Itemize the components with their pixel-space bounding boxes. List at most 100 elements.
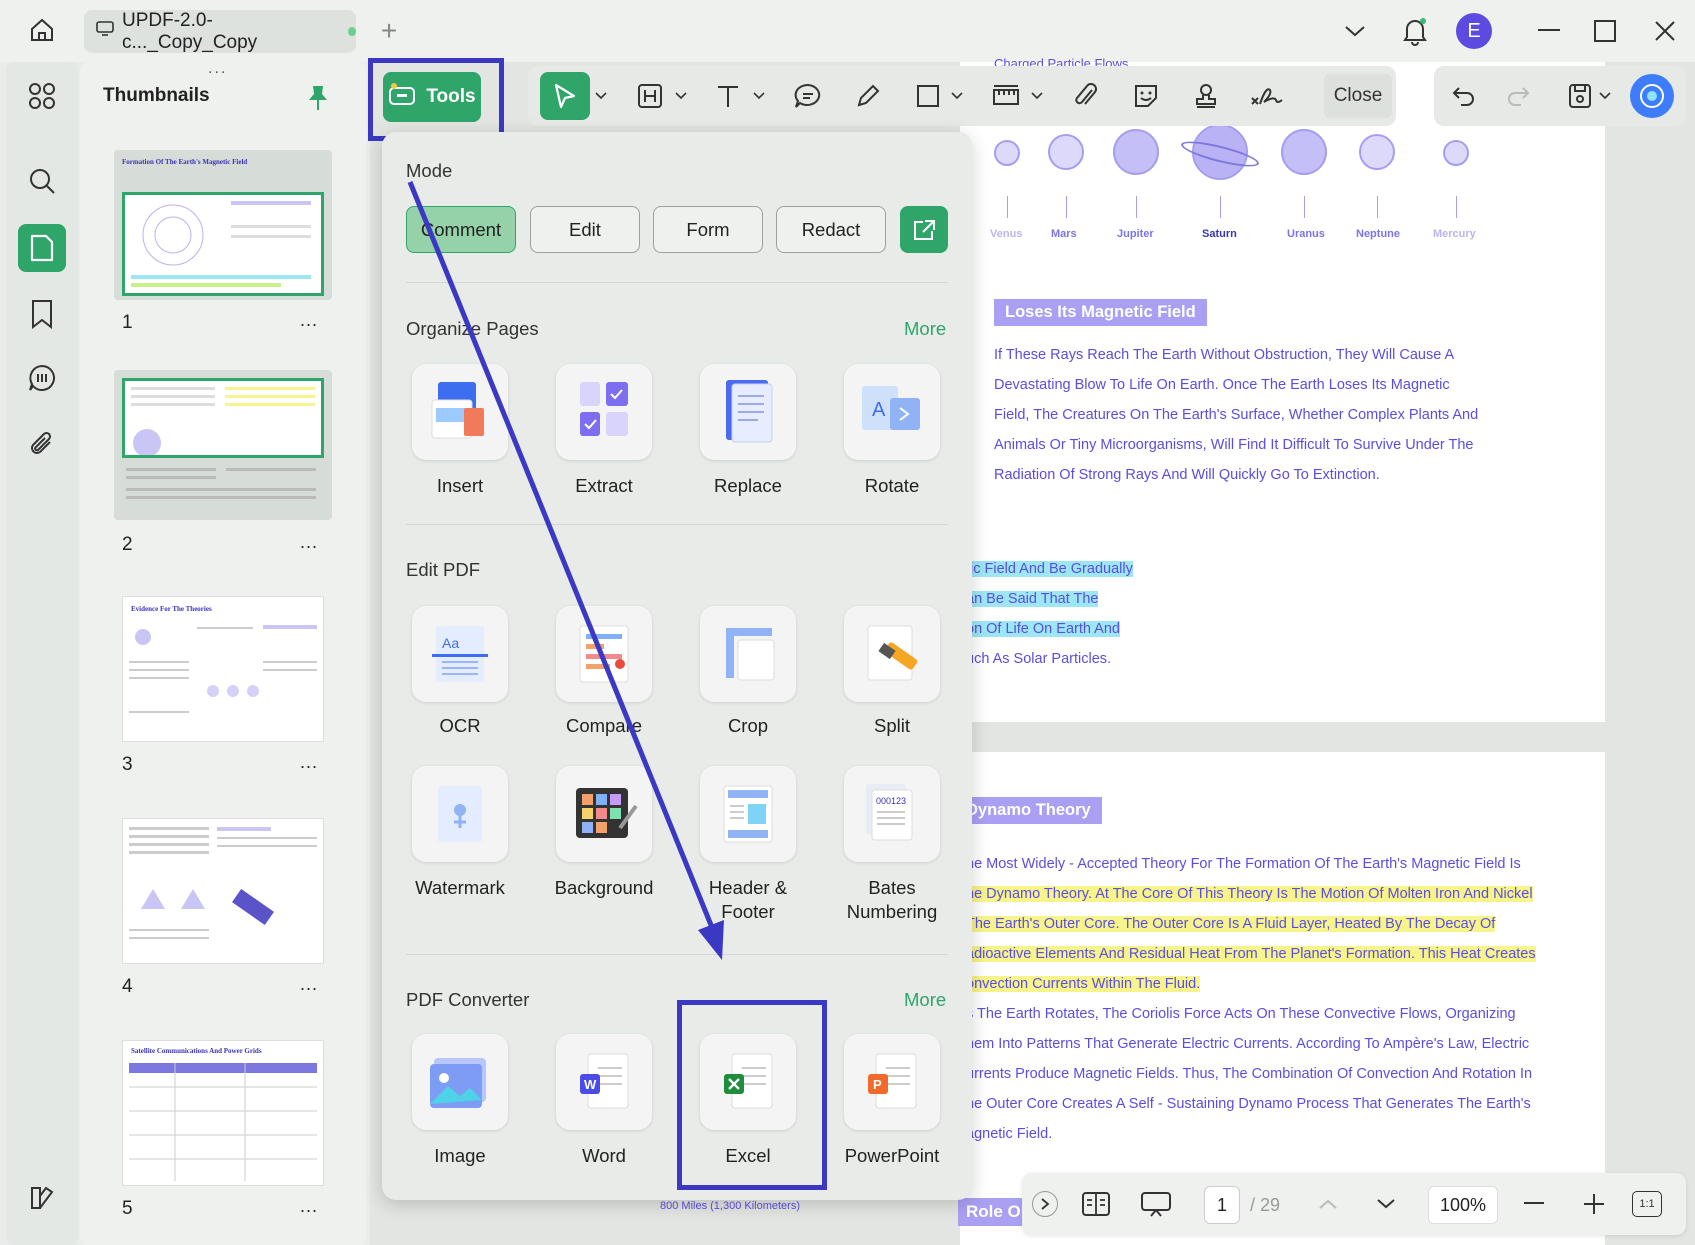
notification-bell-icon[interactable] <box>1398 14 1432 48</box>
watermark-icon[interactable] <box>412 766 508 862</box>
maximize-icon[interactable] <box>1590 16 1620 46</box>
zoom-out-icon[interactable] <box>1516 1186 1552 1222</box>
chevron-down-icon[interactable] <box>1596 78 1614 114</box>
previous-page-icon[interactable] <box>1310 1186 1346 1222</box>
planet-label: Uranus <box>1287 228 1325 240</box>
mode-comment-button[interactable]: Comment <box>406 206 516 253</box>
thumbnail-more-icon[interactable]: ... <box>300 974 318 995</box>
stamp-icon[interactable] <box>1188 78 1224 114</box>
pin-icon[interactable] <box>306 84 330 117</box>
thumbnail-more-icon[interactable]: ... <box>300 532 318 553</box>
thumbnails-page-icon[interactable] <box>18 224 66 272</box>
comments-icon[interactable] <box>18 354 66 402</box>
open-external-icon[interactable] <box>900 206 948 253</box>
drag-handle[interactable]: ... <box>208 60 227 78</box>
select-tool-icon[interactable] <box>540 72 590 120</box>
body-line: s The Earth Rotates, The Coriolis Force … <box>966 1006 1516 1022</box>
avatar[interactable]: E <box>1456 13 1492 49</box>
thumbnail-more-icon[interactable]: ... <box>300 752 318 773</box>
bottom-navigation-bar: 1 / 29 100% 1:1 <box>1022 1173 1686 1235</box>
presentation-icon[interactable] <box>1138 1186 1174 1222</box>
crop-icon[interactable] <box>700 606 796 702</box>
text-tool-icon[interactable] <box>710 78 746 114</box>
save-icon[interactable] <box>1562 78 1598 114</box>
home-icon[interactable] <box>24 12 60 48</box>
chevron-down-icon[interactable] <box>1340 18 1370 44</box>
measure-tool-icon[interactable] <box>988 78 1024 114</box>
mode-form-button[interactable]: Form <box>653 206 763 253</box>
document-tab[interactable]: UPDF-2.0-c..._Copy_Copy <box>84 10 356 53</box>
mode-edit-button[interactable]: Edit <box>530 206 640 253</box>
chevron-down-icon[interactable] <box>1028 78 1046 114</box>
next-page-icon[interactable] <box>1368 1186 1404 1222</box>
background-icon[interactable] <box>556 766 652 862</box>
main-toolbar: Close <box>528 66 1396 126</box>
thumbnails-title: Thumbnails <box>103 85 210 106</box>
new-tab-plus-icon[interactable]: + <box>374 14 404 48</box>
minimize-icon[interactable] <box>1534 18 1564 44</box>
thumbnail-page-1[interactable]: Formation Of The Earth's Magnetic Field <box>114 150 332 300</box>
word-convert-icon[interactable]: W <box>556 1034 652 1130</box>
apps-grid-icon[interactable] <box>18 72 66 120</box>
chevron-down-icon[interactable] <box>672 78 690 114</box>
left-rail <box>6 62 78 1245</box>
thumbnail-page-5[interactable]: Satellite Communications And Power Grids <box>122 1040 324 1186</box>
zoom-level[interactable]: 100% <box>1428 1186 1498 1224</box>
sidebar-toggle-icon[interactable] <box>18 1174 66 1222</box>
redo-icon[interactable] <box>1500 78 1536 114</box>
highlight-tool-icon[interactable] <box>632 78 668 114</box>
divider <box>406 954 948 955</box>
attachment-icon[interactable] <box>18 420 66 468</box>
compare-icon[interactable] <box>556 606 652 702</box>
paperclip-icon[interactable] <box>1068 78 1104 114</box>
header-footer-label: Header & Footer <box>708 877 788 922</box>
replace-icon[interactable] <box>700 364 796 460</box>
search-icon[interactable] <box>18 157 66 205</box>
zoom-in-icon[interactable] <box>1576 1186 1612 1222</box>
thumbnail-more-icon[interactable]: ... <box>300 1196 318 1217</box>
thumbnail-number: 4 <box>122 976 133 997</box>
image-convert-icon[interactable] <box>412 1034 508 1130</box>
extract-label: Extract <box>575 475 633 496</box>
planet-label: Neptune <box>1356 228 1400 240</box>
thumbnail-page-4[interactable] <box>122 818 324 964</box>
bookmark-icon[interactable] <box>18 290 66 338</box>
rotate-icon[interactable]: A <box>844 364 940 460</box>
close-button[interactable]: Close <box>1324 74 1392 118</box>
actual-size-button[interactable]: 1:1 <box>1632 1191 1662 1217</box>
pencil-tool-icon[interactable] <box>850 78 886 114</box>
thumbnail-page-3[interactable]: Evidence For The Theories <box>122 596 324 742</box>
ocr-icon[interactable]: Aa <box>412 606 508 702</box>
background-label: Background <box>554 877 654 898</box>
thumbnail-page-2[interactable] <box>114 370 332 520</box>
planet-mercury-icon <box>1443 140 1469 166</box>
undo-icon[interactable] <box>1446 78 1482 114</box>
chevron-down-icon[interactable] <box>592 78 610 114</box>
signature-icon[interactable] <box>1248 78 1284 114</box>
chevron-down-icon[interactable] <box>750 78 768 114</box>
powerpoint-convert-icon[interactable]: P <box>844 1034 940 1130</box>
page-number-input[interactable]: 1 <box>1204 1186 1240 1224</box>
bates-numbering-icon[interactable]: 000123 <box>844 766 940 862</box>
converter-more-link[interactable]: More <box>904 989 946 1011</box>
chevron-down-icon[interactable] <box>948 78 966 114</box>
comment-tool-icon[interactable] <box>790 78 826 114</box>
mode-redact-button[interactable]: Redact <box>776 206 886 253</box>
sticker-icon[interactable] <box>1128 78 1164 114</box>
ai-assistant-icon[interactable] <box>1630 74 1674 118</box>
thumbnail-more-icon[interactable]: ... <box>300 310 318 331</box>
image-label: Image <box>434 1145 486 1166</box>
close-window-icon[interactable] <box>1650 16 1680 46</box>
body-line: he Outer Core Creates A Self - Sustainin… <box>966 1096 1531 1112</box>
extract-icon[interactable] <box>556 364 652 460</box>
organize-more-link[interactable]: More <box>904 318 946 340</box>
page-layout-icon[interactable] <box>1078 1186 1114 1222</box>
chevron-right-icon[interactable] <box>1032 1191 1058 1217</box>
thumbnail-number: 5 <box>122 1198 133 1219</box>
insert-icon[interactable] <box>412 364 508 460</box>
rectangle-tool-icon[interactable] <box>910 78 946 114</box>
header-footer-icon[interactable] <box>700 766 796 862</box>
split-icon[interactable] <box>844 606 940 702</box>
planet-tick <box>1456 196 1457 218</box>
thumbnail-number: 3 <box>122 754 133 775</box>
